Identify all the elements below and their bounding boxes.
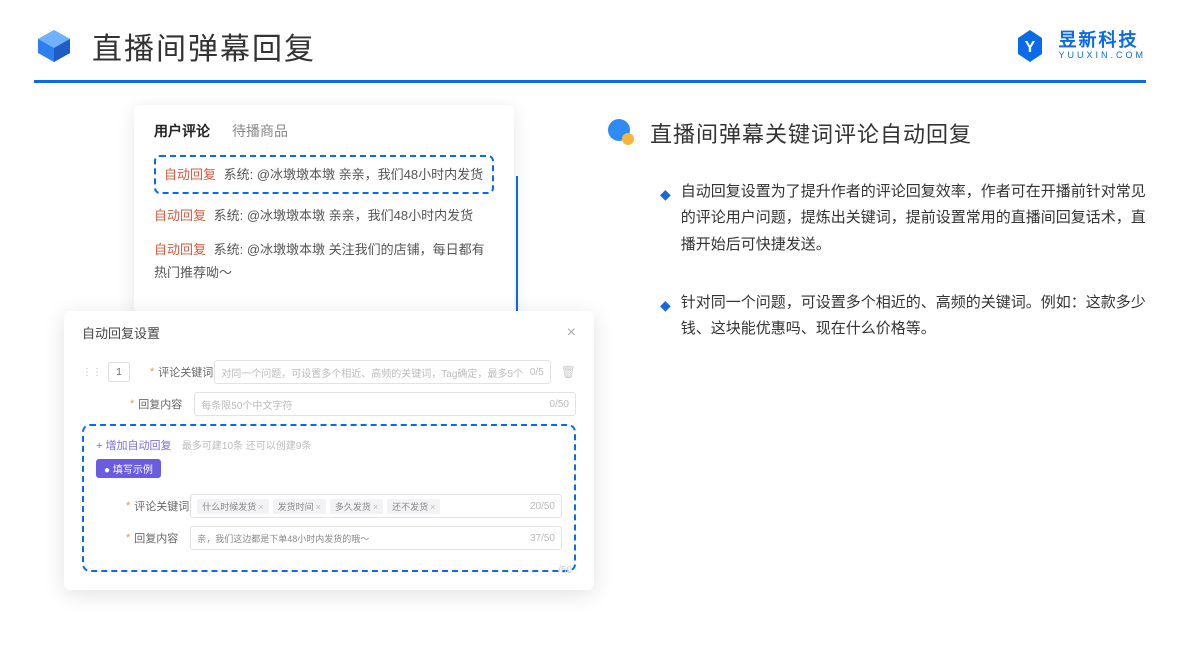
section-heading: 直播间弹幕关键词评论自动回复: [608, 117, 1146, 149]
close-icon[interactable]: ×: [567, 324, 576, 342]
diamond-icon: ◆: [660, 293, 671, 343]
required-asterisk: *: [150, 366, 154, 378]
example-badge: ● 填写示例: [96, 459, 161, 478]
drag-handle-icon[interactable]: ⋮⋮: [82, 367, 102, 378]
example-content-text: 亲，我们这边都是下单48小时内发货的哦～: [197, 532, 369, 545]
svg-text:Y: Y: [1025, 39, 1036, 56]
add-auto-reply-link[interactable]: + 增加自动回复: [96, 437, 171, 453]
left-column: 用户评论 待播商品 自动回复 系统: @冰墩墩本墩 亲亲，我们48小时内发货 自…: [34, 93, 554, 603]
auto-reply-label: 自动回复: [154, 208, 206, 223]
brand-name-en: YUUXIN.COM: [1058, 51, 1146, 61]
point-text: 自动回复设置为了提升作者的评论回复效率，作者可在开播前针对常见的评论用户问题，提…: [681, 179, 1146, 258]
example-kw-label: 评论关键词: [134, 498, 190, 514]
modal-title: 自动回复设置: [82, 323, 160, 342]
keyword-input[interactable]: 对同一个问题，可设置多个相近、高频的关键词，Tag确定，最多5个 0/5: [214, 360, 550, 384]
reply-text: 系统: @冰墩墩本墩 亲亲，我们48小时内发货: [224, 167, 484, 182]
trash-icon[interactable]: 🗑: [561, 365, 576, 379]
form-row-content: * 回复内容 每条限50个中文字符 0/50: [82, 392, 576, 416]
side-char-counter: /50: [558, 565, 572, 576]
keyword-tag[interactable]: 发货时间×: [273, 499, 326, 514]
order-number: 1: [108, 362, 130, 382]
char-counter: 20/50: [530, 501, 555, 512]
char-counter: 37/50: [530, 533, 555, 544]
diamond-icon: ◆: [660, 182, 671, 258]
auto-reply-settings-modal: 自动回复设置 × ⋮⋮ 1 * 评论关键词 对同一个问题，可设置多个相近、高频的…: [64, 311, 594, 590]
tab-user-comments[interactable]: 用户评论: [154, 121, 210, 141]
point-text: 针对同一个问题，可设置多个相近的、高频的关键词。例如：这款多少钱、这块能优惠吗、…: [681, 290, 1146, 343]
required-asterisk: *: [126, 500, 130, 512]
cube-icon: [34, 26, 74, 66]
auto-reply-label: 自动回复: [154, 242, 206, 257]
brand-logo-icon: Y: [1012, 28, 1048, 64]
required-asterisk: *: [126, 532, 130, 544]
keyword-tag[interactable]: 还不发货×: [387, 499, 440, 514]
right-column: 直播间弹幕关键词评论自动回复 ◆ 自动回复设置为了提升作者的评论回复效率，作者可…: [564, 93, 1146, 603]
keyword-tag[interactable]: 什么时候发货×: [197, 499, 268, 514]
example-block: + 增加自动回复 最多可建10条 还可以创建9条 ● 填写示例 * 评论关键词 …: [82, 424, 576, 572]
placeholder-text: 每条限50个中文字符: [201, 397, 292, 412]
comment-panel: 用户评论 待播商品 自动回复 系统: @冰墩墩本墩 亲亲，我们48小时内发货 自…: [134, 105, 514, 317]
content-input[interactable]: 每条限50个中文字符 0/50: [194, 392, 576, 416]
page-header: 直播间弹幕回复 Y 昱新科技 YUUXIN.COM: [0, 0, 1180, 80]
section-title: 直播间弹幕关键词评论自动回复: [650, 117, 972, 149]
reply-text: 系统: @冰墩墩本墩 亲亲，我们48小时内发货: [214, 208, 474, 223]
header-divider: [34, 80, 1146, 83]
reply-item: 自动回复 系统: @冰墩墩本墩 关注我们的店铺，每日都有热门推荐呦～: [154, 238, 494, 285]
example-content-label: 回复内容: [134, 530, 190, 546]
add-hint: 最多可建10条 还可以创建9条: [182, 441, 311, 452]
brand-name-cn: 昱新科技: [1058, 31, 1146, 51]
required-asterisk: *: [130, 398, 134, 410]
auto-reply-label: 自动回复: [164, 167, 216, 182]
bullet-point: ◆ 针对同一个问题，可设置多个相近的、高频的关键词。例如：这款多少钱、这块能优惠…: [608, 290, 1146, 343]
keyword-tag[interactable]: 多久发货×: [330, 499, 383, 514]
char-counter: 0/50: [550, 399, 569, 410]
comment-tabs: 用户评论 待播商品: [154, 121, 494, 141]
example-kw-input[interactable]: 什么时候发货× 发货时间× 多久发货× 还不发货× 20/50: [190, 494, 562, 518]
brand-block: Y 昱新科技 YUUXIN.COM: [1012, 28, 1146, 64]
char-counter: 0/5: [530, 367, 544, 378]
tab-pending-products[interactable]: 待播商品: [232, 121, 288, 141]
placeholder-text: 对同一个问题，可设置多个相近、高频的关键词，Tag确定，最多5个: [221, 365, 523, 380]
form-row-keyword: ⋮⋮ 1 * 评论关键词 对同一个问题，可设置多个相近、高频的关键词，Tag确定…: [82, 360, 576, 384]
decorative-bullet-icon: [608, 119, 636, 147]
keyword-label: 评论关键词: [158, 364, 214, 380]
reply-item: 自动回复 系统: @冰墩墩本墩 亲亲，我们48小时内发货: [154, 204, 494, 227]
bullet-point: ◆ 自动回复设置为了提升作者的评论回复效率，作者可在开播前针对常见的评论用户问题…: [608, 179, 1146, 258]
content-label: 回复内容: [138, 396, 194, 412]
example-content-input[interactable]: 亲，我们这边都是下单48小时内发货的哦～ 37/50: [190, 526, 562, 550]
page-title: 直播间弹幕回复: [92, 24, 316, 68]
highlighted-reply: 自动回复 系统: @冰墩墩本墩 亲亲，我们48小时内发货: [154, 155, 494, 194]
